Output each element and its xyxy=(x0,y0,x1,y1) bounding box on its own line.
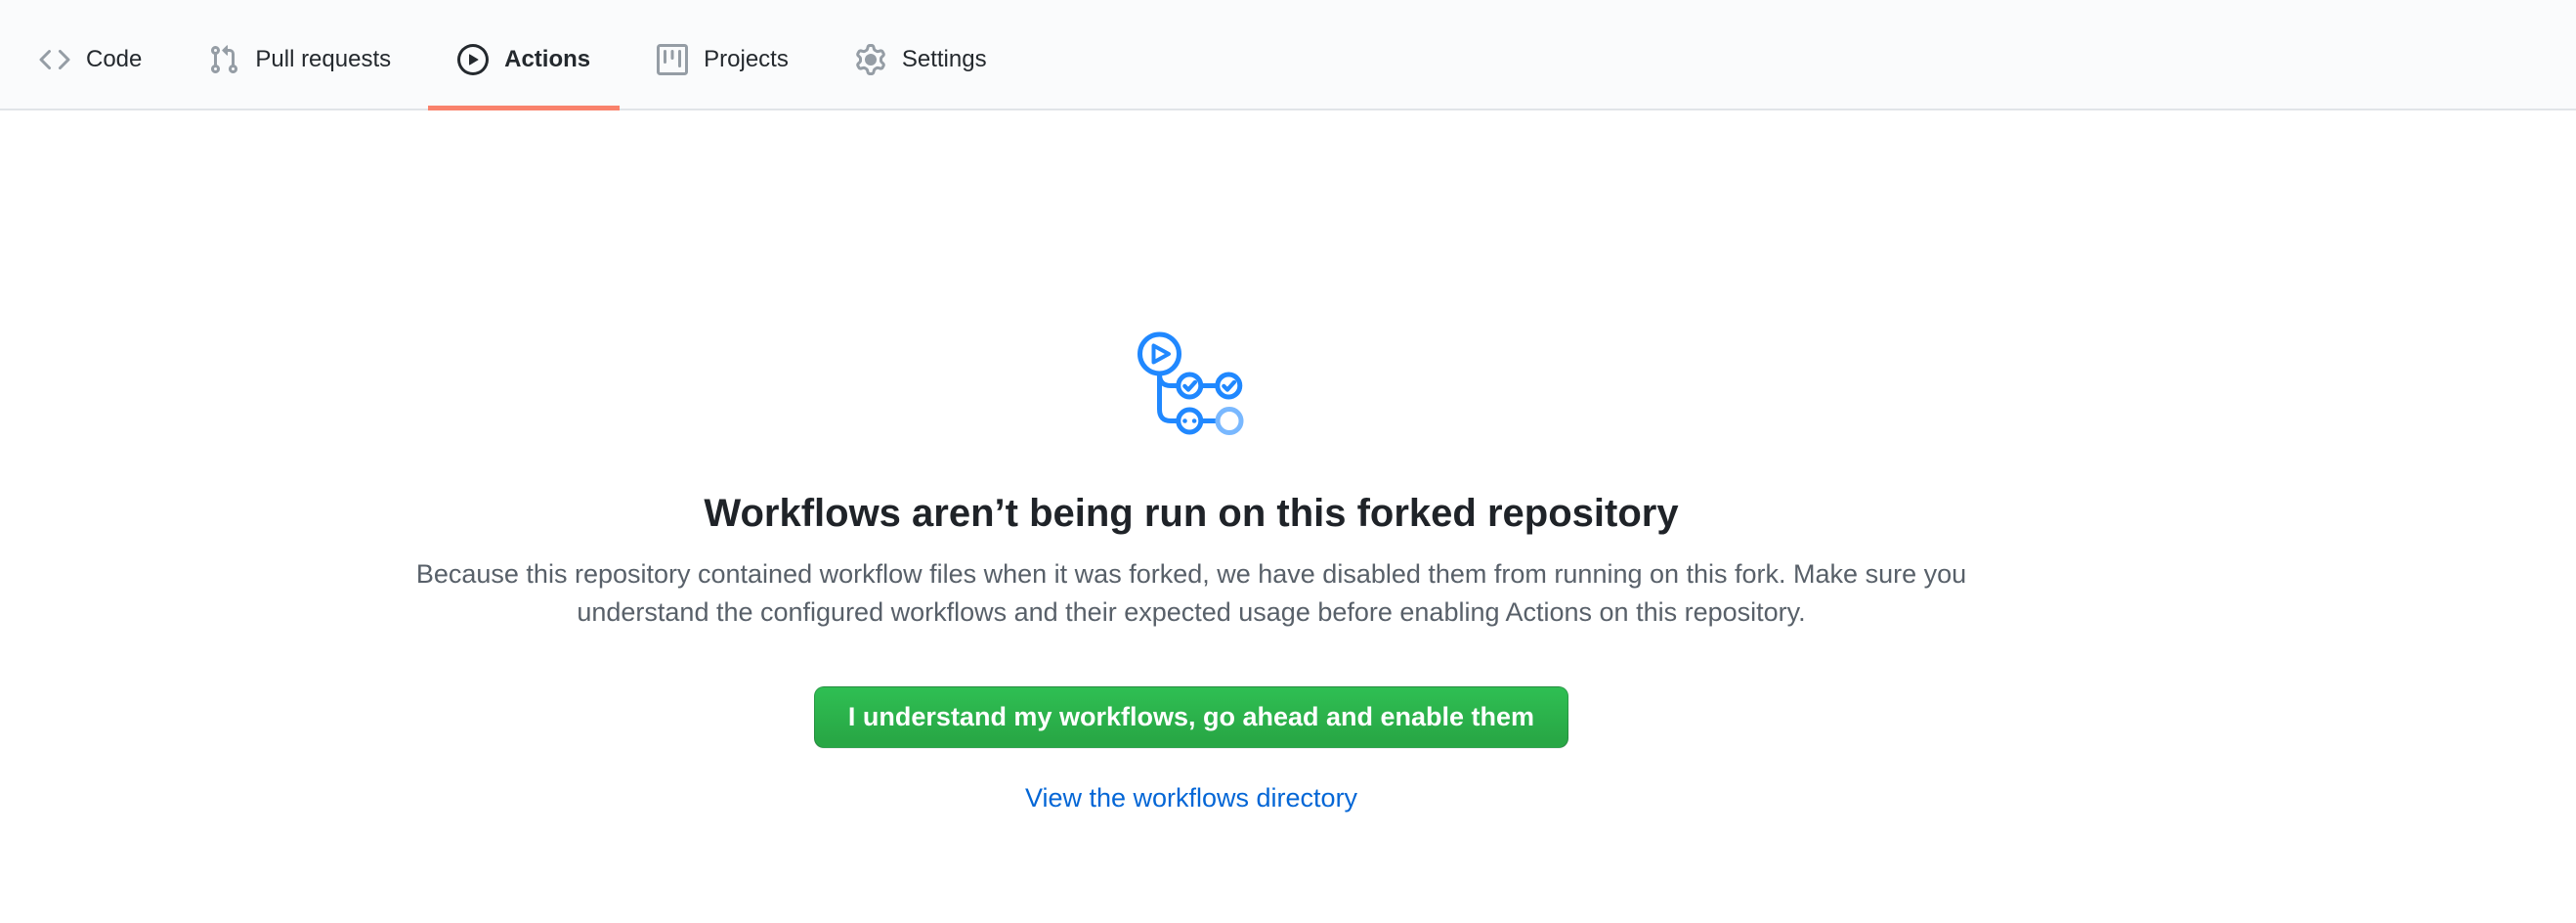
enable-workflows-button[interactable]: I understand my workflows, go ahead and … xyxy=(814,686,1568,748)
code-icon xyxy=(39,44,70,75)
tab-label: Actions xyxy=(504,48,590,71)
actions-blankslate: Workflows aren’t being run on this forke… xyxy=(0,110,2383,813)
project-icon xyxy=(657,44,688,75)
repo-tab-nav: Code Pull requests Actions Projects xyxy=(0,0,2576,110)
git-pull-request-icon xyxy=(208,44,239,75)
tab-label: Settings xyxy=(902,48,987,71)
tab-label: Code xyxy=(86,48,142,71)
tab-actions[interactable]: Actions xyxy=(428,0,620,110)
tab-projects[interactable]: Projects xyxy=(627,0,818,110)
play-icon xyxy=(457,44,489,75)
blankslate-title: Workflows aren’t being run on this forke… xyxy=(704,489,1678,538)
tab-label: Pull requests xyxy=(255,48,391,71)
gear-icon xyxy=(855,44,886,75)
tab-code[interactable]: Code xyxy=(10,0,171,110)
actions-workflow-icon xyxy=(1138,331,1245,442)
tab-pull-requests[interactable]: Pull requests xyxy=(179,0,420,110)
tab-label: Projects xyxy=(704,48,789,71)
blankslate-description: Because this repository contained workfl… xyxy=(380,555,2002,632)
view-workflows-directory-link[interactable]: View the workflows directory xyxy=(1025,783,1357,813)
tab-settings[interactable]: Settings xyxy=(826,0,1016,110)
